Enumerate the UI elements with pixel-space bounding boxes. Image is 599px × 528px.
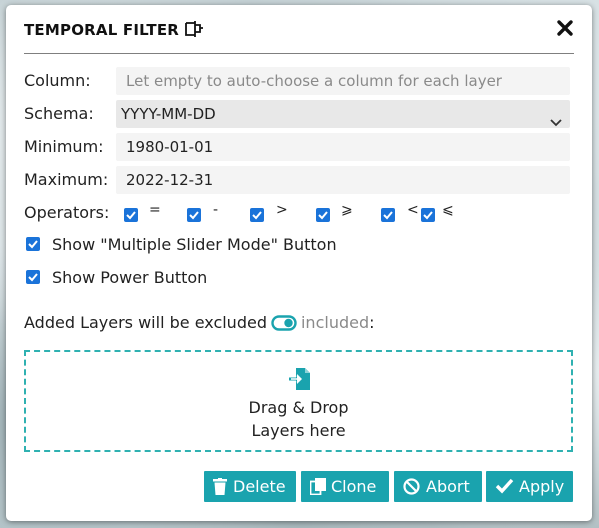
- operator-greater-equal-checkbox[interactable]: [316, 207, 330, 222]
- column-placeholder: Let empty to auto-choose a column for ea…: [126, 72, 502, 90]
- operator-less: <: [381, 202, 419, 222]
- delete-label: Delete: [233, 477, 286, 496]
- operators-label: Operators:: [24, 203, 110, 222]
- ban-icon: [403, 478, 420, 495]
- chevron-down-icon: [550, 109, 562, 127]
- column-input[interactable]: Let empty to auto-choose a column for ea…: [116, 67, 570, 95]
- minimum-label: Minimum:: [24, 137, 104, 156]
- operator-less-equal: ⩽: [421, 202, 454, 222]
- temporal-filter-dialog: TEMPORAL FILTER Column: Let empty to aut…: [6, 5, 592, 521]
- maximum-label: Maximum:: [24, 170, 109, 189]
- clone-button[interactable]: Clone: [301, 471, 389, 502]
- close-x-icon[interactable]: [554, 17, 576, 39]
- minimum-row: Minimum: 1980-01-01: [24, 133, 584, 161]
- layers-dropzone[interactable]: Drag & Drop Layers here: [24, 350, 573, 452]
- operator-less-equal-checkbox[interactable]: [421, 207, 435, 222]
- copy-icon: [310, 478, 326, 495]
- abort-button[interactable]: Abort: [394, 471, 482, 502]
- operator-greater-checkbox[interactable]: [250, 207, 264, 222]
- layers-mode-included: included: [300, 313, 370, 332]
- dropzone-line1: Drag & Drop: [248, 398, 349, 417]
- apply-label: Apply: [519, 477, 565, 496]
- operator-equal-checkbox[interactable]: [124, 207, 138, 222]
- maximum-row: Maximum: 2022-12-31: [24, 166, 584, 194]
- show-multi-slider-label: Show "Multiple Slider Mode" Button: [52, 235, 337, 254]
- clone-label: Clone: [331, 477, 377, 496]
- minimum-value: 1980-01-01: [126, 138, 214, 156]
- operator-less-equal-symbol: ⩽: [442, 202, 454, 218]
- maximum-value: 2022-12-31: [126, 171, 214, 189]
- operator-range: -: [187, 202, 218, 222]
- column-split-icon: [184, 20, 204, 38]
- operator-range-symbol: -: [213, 202, 219, 218]
- trash-icon: [213, 478, 227, 495]
- column-label: Column:: [24, 71, 91, 90]
- show-power-label: Show Power Button: [52, 268, 208, 287]
- maximum-input[interactable]: 2022-12-31: [116, 166, 570, 194]
- column-row: Column: Let empty to auto-choose a colum…: [24, 67, 584, 95]
- layers-mode-prefix: Added Layers will be excluded: [24, 313, 267, 332]
- file-import-icon: [288, 366, 312, 396]
- operator-range-checkbox[interactable]: [187, 207, 201, 222]
- operator-greater-symbol: >: [276, 202, 288, 218]
- operator-greater-equal-symbol: ⩾: [341, 202, 353, 218]
- schema-select[interactable]: YYYY-MM-DD: [116, 100, 570, 128]
- show-multi-slider-option[interactable]: Show "Multiple Slider Mode" Button: [26, 234, 426, 256]
- dropzone-line2: Layers here: [251, 421, 346, 440]
- operator-equal: =: [124, 202, 161, 222]
- operator-less-symbol: <: [407, 202, 419, 218]
- schema-value: YYYY-MM-DD: [121, 105, 216, 123]
- check-icon: [495, 478, 514, 494]
- operators-row: Operators: = - > ⩾ < ⩽: [24, 199, 584, 227]
- show-multi-slider-checkbox[interactable]: [26, 237, 40, 251]
- layers-mode-note: Added Layers will be excluded included:: [24, 313, 375, 335]
- show-power-option[interactable]: Show Power Button: [26, 267, 326, 289]
- schema-row: Schema: YYYY-MM-DD: [24, 100, 584, 128]
- dialog-header: TEMPORAL FILTER: [24, 5, 574, 54]
- toggle-icon[interactable]: [271, 315, 297, 335]
- apply-button[interactable]: Apply: [486, 471, 573, 502]
- layers-mode-suffix: :: [369, 313, 375, 332]
- dialog-title: TEMPORAL FILTER: [24, 21, 180, 39]
- show-power-checkbox[interactable]: [26, 270, 40, 284]
- abort-label: Abort: [426, 477, 470, 496]
- operator-greater-equal: ⩾: [316, 202, 353, 222]
- operator-less-checkbox[interactable]: [381, 207, 395, 222]
- operator-equal-symbol: =: [149, 202, 161, 218]
- operator-greater: >: [250, 202, 288, 222]
- delete-button[interactable]: Delete: [204, 471, 296, 502]
- schema-label: Schema:: [24, 104, 94, 123]
- minimum-input[interactable]: 1980-01-01: [116, 133, 570, 161]
